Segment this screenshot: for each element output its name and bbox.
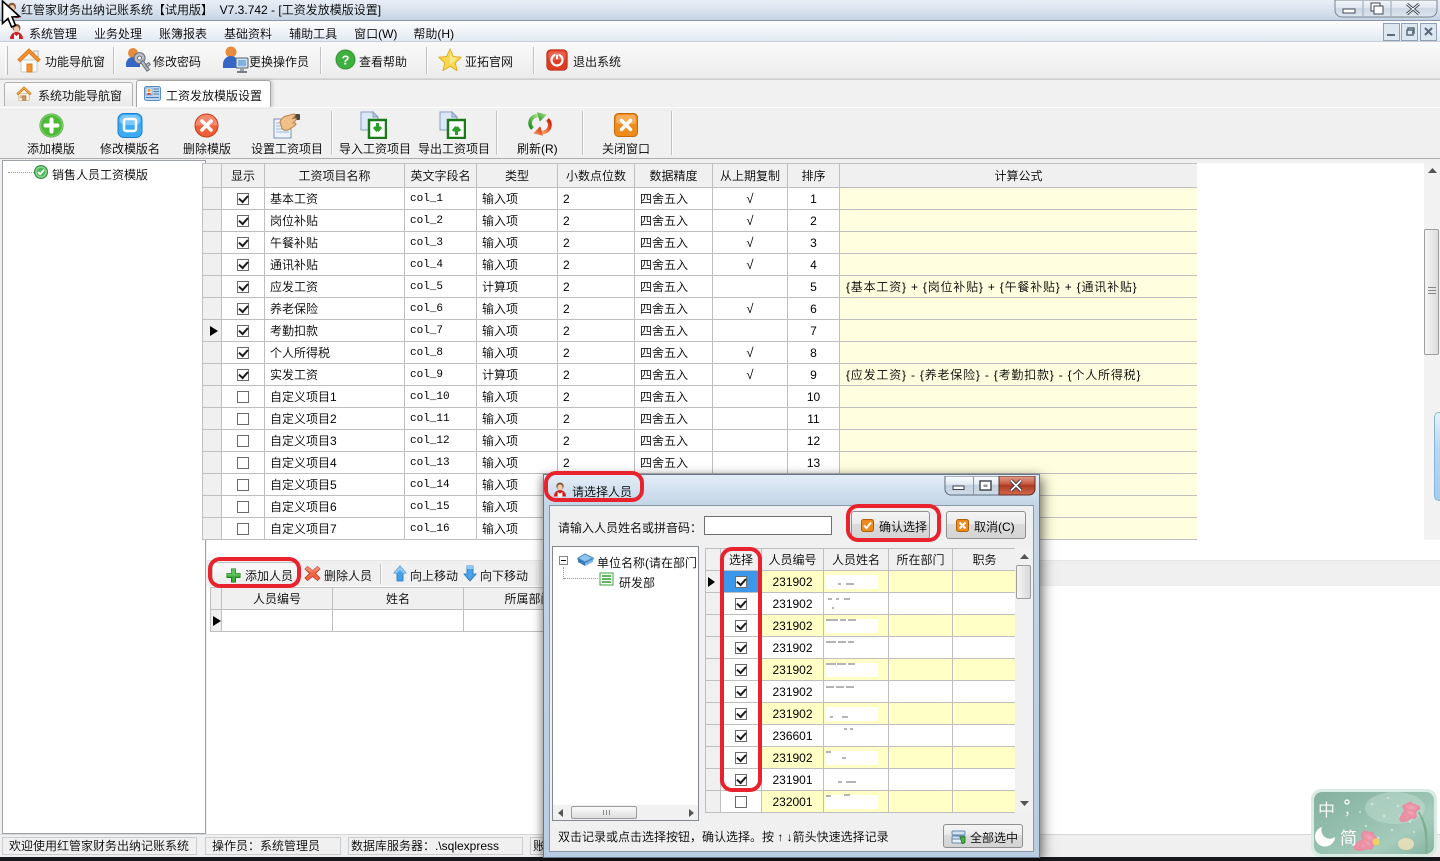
svg-text:?: ? xyxy=(341,52,349,67)
svg-text:，: ， xyxy=(1344,800,1358,820)
svg-text:简: 简 xyxy=(1340,824,1357,849)
svg-text:中: 中 xyxy=(1318,796,1335,821)
